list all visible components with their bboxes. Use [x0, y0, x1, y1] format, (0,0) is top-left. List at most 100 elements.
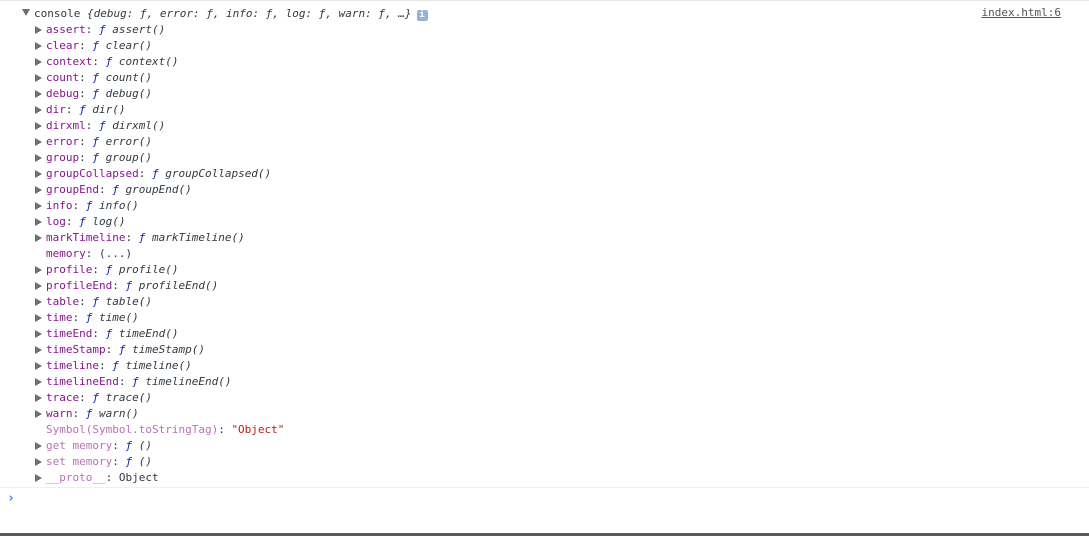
property-row[interactable]: warn: ƒ warn(): [35, 406, 284, 422]
collapse-triangle-icon[interactable]: [35, 26, 42, 34]
property-value: clear(): [105, 39, 152, 52]
property-row[interactable]: groupEnd: ƒ groupEnd(): [35, 182, 284, 198]
property-separator: :: [72, 407, 86, 420]
collapse-triangle-icon[interactable]: [35, 346, 42, 354]
property-separator: :: [79, 135, 93, 148]
function-symbol: ƒ: [105, 263, 113, 276]
collapse-triangle-icon[interactable]: [35, 138, 42, 146]
property-row[interactable]: get memory: ƒ (): [35, 438, 284, 454]
collapse-triangle-icon[interactable]: [35, 170, 42, 178]
property-row[interactable]: markTimeline: ƒ markTimeline(): [35, 230, 284, 246]
function-symbol: ƒ: [99, 23, 106, 36]
console-object-header[interactable]: console {debug: ƒ, error: ƒ, info: ƒ, lo…: [22, 6, 428, 22]
function-symbol: ƒ: [105, 327, 113, 340]
collapse-triangle-icon[interactable]: [35, 282, 42, 290]
property-row[interactable]: profileEnd: ƒ profileEnd(): [35, 278, 284, 294]
collapse-triangle-icon[interactable]: [35, 74, 42, 82]
function-symbol: ƒ: [118, 343, 126, 356]
property-separator: :: [105, 471, 119, 484]
property-row[interactable]: count: ƒ count(): [35, 70, 284, 86]
property-row[interactable]: debug: ƒ debug(): [35, 86, 284, 102]
collapse-triangle-icon[interactable]: [35, 266, 42, 274]
property-key: timeline: [46, 359, 99, 372]
function-symbol: ƒ: [92, 39, 99, 52]
function-symbol: ƒ: [85, 199, 93, 212]
property-row[interactable]: set memory: ƒ (): [35, 454, 284, 470]
collapse-triangle-icon[interactable]: [35, 298, 42, 306]
collapse-triangle-icon[interactable]: [35, 218, 42, 226]
property-row[interactable]: group: ƒ group(): [35, 150, 284, 166]
property-row[interactable]: context: ƒ context(): [35, 54, 284, 70]
console-prompt[interactable]: ›: [0, 487, 1089, 512]
property-row[interactable]: assert: ƒ assert(): [35, 22, 284, 38]
property-separator: :: [79, 39, 93, 52]
property-key: assert: [46, 23, 86, 36]
collapse-triangle-icon[interactable]: [35, 442, 42, 450]
collapse-triangle-icon[interactable]: [35, 90, 42, 98]
function-symbol: ƒ: [79, 103, 86, 116]
property-row[interactable]: timelineEnd: ƒ timelineEnd(): [35, 374, 284, 390]
property-separator: :: [218, 423, 232, 436]
property-row[interactable]: table: ƒ table(): [35, 294, 284, 310]
collapse-triangle-icon[interactable]: [35, 410, 42, 418]
property-row[interactable]: timeStamp: ƒ timeStamp(): [35, 342, 284, 358]
prompt-chevron-icon: ›: [7, 491, 15, 506]
property-row[interactable]: profile: ƒ profile(): [35, 262, 284, 278]
info-icon[interactable]: i: [416, 10, 428, 21]
function-symbol: ƒ: [112, 359, 119, 372]
property-value: group(): [105, 151, 152, 164]
collapse-triangle-icon[interactable]: [35, 330, 42, 338]
property-separator: :: [85, 23, 99, 36]
property-row[interactable]: error: ƒ error(): [35, 134, 284, 150]
property-row[interactable]: dir: ƒ dir(): [35, 102, 284, 118]
property-separator: :: [105, 343, 119, 356]
property-row[interactable]: timeline: ƒ timeline(): [35, 358, 284, 374]
property-value: context(): [118, 55, 179, 68]
property-row[interactable]: groupCollapsed: ƒ groupCollapsed(): [35, 166, 284, 182]
property-row[interactable]: __proto__: Object: [35, 470, 284, 486]
function-symbol: ƒ: [92, 87, 99, 100]
collapse-triangle-icon[interactable]: [35, 458, 42, 466]
collapse-triangle-icon[interactable]: [35, 234, 42, 242]
collapse-triangle-icon[interactable]: [35, 378, 42, 386]
collapse-triangle-icon[interactable]: [35, 474, 42, 482]
function-symbol: ƒ: [125, 455, 133, 468]
property-separator: :: [112, 455, 126, 468]
property-row[interactable]: clear: ƒ clear(): [35, 38, 284, 54]
property-separator: :: [65, 215, 80, 228]
collapse-triangle-icon[interactable]: [35, 394, 42, 402]
property-row[interactable]: log: ƒ log(): [35, 214, 284, 230]
function-symbol: ƒ: [138, 231, 146, 244]
collapse-triangle-icon[interactable]: [35, 154, 42, 162]
expand-triangle-icon[interactable]: [22, 9, 30, 16]
collapse-triangle-icon[interactable]: [35, 42, 42, 50]
source-link[interactable]: index.html:6: [982, 5, 1061, 21]
property-row[interactable]: dirxml: ƒ dirxml(): [35, 118, 284, 134]
function-symbol: ƒ: [79, 215, 86, 228]
property-key: timelineEnd: [46, 375, 119, 388]
collapse-triangle-icon[interactable]: [35, 122, 42, 130]
collapse-triangle-icon[interactable]: [35, 314, 42, 322]
property-key: timeEnd: [46, 327, 93, 340]
property-row[interactable]: timeEnd: ƒ timeEnd(): [35, 326, 284, 342]
property-value: groupCollapsed(): [165, 167, 272, 180]
property-value: debug(): [105, 87, 152, 100]
property-row[interactable]: info: ƒ info(): [35, 198, 284, 214]
property-key: get memory: [46, 439, 113, 452]
property-value: timelineEnd(): [145, 375, 232, 388]
collapse-triangle-icon[interactable]: [35, 58, 42, 66]
property-row[interactable]: trace: ƒ trace(): [35, 390, 284, 406]
property-row: memory: (...): [46, 246, 284, 262]
collapse-triangle-icon[interactable]: [35, 362, 42, 370]
collapse-triangle-icon[interactable]: [35, 106, 42, 114]
property-separator: :: [112, 439, 126, 452]
property-value: info(): [99, 199, 139, 212]
property-value: (): [138, 439, 152, 452]
property-row[interactable]: time: ƒ time(): [35, 310, 284, 326]
property-value: warn(): [99, 407, 139, 420]
collapse-triangle-icon[interactable]: [35, 202, 42, 210]
function-symbol: ƒ: [105, 55, 113, 68]
property-key: log: [46, 215, 66, 228]
property-key: warn: [46, 407, 73, 420]
collapse-triangle-icon[interactable]: [35, 186, 42, 194]
